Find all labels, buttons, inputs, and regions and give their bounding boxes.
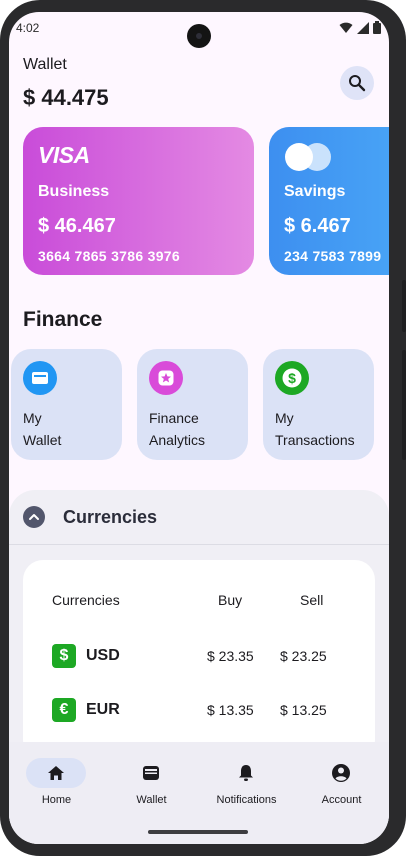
wifi-icon [339,22,353,33]
signal-icon [357,21,369,34]
dollar-icon: $ [275,361,309,395]
currency-sell: $ 23.25 [280,648,327,664]
currency-table: Currencies Buy Sell $ USD $ 23.35 $ 23.2… [23,560,375,760]
card-name: Savings [284,183,346,200]
home-indicator[interactable] [148,830,248,834]
currency-sell: $ 13.25 [280,702,327,718]
battery-icon [373,21,381,34]
column-header-currency: Currencies [52,592,120,608]
column-header-buy: Buy [218,592,243,608]
dollar-icon: $ [52,644,76,668]
column-header-sell: Sell [300,592,324,608]
tile-label-line2: Transactions [275,432,355,448]
nav-item-home[interactable]: Home [9,758,104,818]
collapse-button[interactable] [23,506,45,528]
card-number: 3664 7865 3786 3976 [38,248,180,264]
nav-label: Notifications [216,794,277,806]
bottom-navigation: Home Wallet Notifications Account [9,742,389,844]
my-wallet-tile[interactable]: My Wallet [11,349,122,460]
svg-text:$: $ [288,370,296,386]
power-button [402,350,406,460]
tile-label: My Transactions [275,407,355,451]
currencies-title: Currencies [63,507,158,527]
status-icons [339,21,381,34]
device-frame: 4:02 Wallet $ 44.475 VISA Business $ 46.… [0,0,406,856]
wallet-icon [121,758,181,788]
nav-item-account[interactable]: Account [294,758,389,818]
front-camera [187,24,211,48]
account-icon [311,758,371,788]
currency-buy: $ 23.35 [207,648,254,664]
app-screen: 4:02 Wallet $ 44.475 VISA Business $ 46.… [9,12,389,844]
status-time: 4:02 [16,21,40,35]
card-amount: $ 6.467 [284,215,351,237]
tile-label-line1: Finance [149,410,199,426]
currency-code: USD [86,647,120,664]
wallet-balance: $ 44.475 [23,85,109,110]
tile-label-line2: Wallet [23,432,62,448]
status-bar: 4:02 [9,12,389,48]
card-amount: $ 46.467 [38,215,116,237]
card-name: Business [38,183,110,200]
nav-item-notifications[interactable]: Notifications [199,758,294,818]
tile-label: My Wallet [23,407,61,451]
home-icon [26,758,86,788]
nav-label: Home [41,794,72,806]
finance-analytics-tile[interactable]: Finance Analytics [137,349,248,460]
currencies-header[interactable]: Currencies [9,490,389,545]
tile-label-line1: My [275,410,294,426]
search-button[interactable] [340,66,374,100]
wallet-label: Wallet [23,56,67,73]
nav-label: Wallet [136,794,167,806]
nav-label: Account [321,794,362,806]
currency-buy: $ 13.35 [207,702,254,718]
bell-icon [216,758,276,788]
currency-row-eur[interactable]: € EUR $ 13.35 $ 13.25 [23,694,375,734]
volume-button [402,280,406,332]
chevron-up-icon [29,514,39,520]
currency-code: EUR [86,701,120,718]
card-number: 234 7583 7899 [284,248,382,264]
euro-icon: € [52,698,76,722]
wallet-icon [23,361,57,395]
tile-label-line1: My [23,410,42,426]
my-transactions-tile[interactable]: $ My Transactions [263,349,374,460]
tile-label: Finance Analytics [149,407,205,451]
nav-item-wallet[interactable]: Wallet [104,758,199,818]
currency-row-usd[interactable]: $ USD $ 23.35 $ 23.25 [23,640,375,680]
finance-title: Finance [23,308,103,331]
visa-logo: VISA [38,142,90,168]
savings-card[interactable]: Savings $ 6.467 234 7583 7899 [269,127,389,275]
mastercard-logo [285,143,331,171]
search-icon [349,75,366,92]
tile-label-line2: Analytics [149,432,206,448]
business-card[interactable]: VISA Business $ 46.467 3664 7865 3786 39… [23,127,254,275]
star-icon [149,361,183,395]
